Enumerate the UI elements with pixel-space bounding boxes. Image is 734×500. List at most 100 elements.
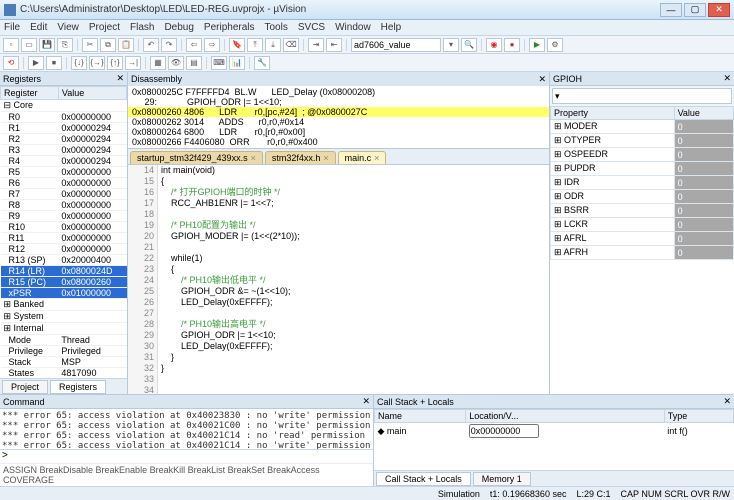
menu-flash[interactable]: Flash	[130, 22, 154, 33]
menu-window[interactable]: Window	[335, 22, 371, 33]
register-row[interactable]: R13 (SP)0x20000400	[1, 255, 127, 266]
prop-row[interactable]: ⊞ OTYPER0	[551, 134, 734, 148]
close-button[interactable]: ✕	[708, 3, 730, 17]
gpioh-properties[interactable]: PropertyValue ⊞ MODER0⊞ OTYPER0⊞ OSPEEDR…	[550, 106, 734, 394]
watch-icon[interactable]: 👁	[168, 56, 184, 70]
command-output[interactable]: *** error 65: access violation at 0x4002…	[0, 409, 373, 449]
register-row[interactable]: R10x00000294	[1, 123, 127, 134]
outdent-icon[interactable]: ⇤	[326, 38, 342, 52]
disasm-body[interactable]: 0x0800025C F7FFFFD4 BL.W LED_Delay (0x08…	[128, 86, 549, 148]
registers-table[interactable]: RegisterValue ⊟ CoreR00x00000000R10x0000…	[0, 86, 127, 378]
menu-file[interactable]: File	[4, 22, 20, 33]
register-row[interactable]: R120x00000000	[1, 244, 127, 255]
run-to-cursor-icon[interactable]: →|	[125, 56, 141, 70]
step-over-icon[interactable]: {→}	[89, 56, 105, 70]
callstack-close-icon[interactable]: ✕	[723, 396, 731, 407]
find-dropdown-icon[interactable]: ▾	[443, 38, 459, 52]
build-icon[interactable]: ▶	[529, 38, 545, 52]
code-editor[interactable]: 1415161718192021222324252627282930313233…	[128, 165, 549, 394]
bookmark-icon[interactable]: 🔖	[229, 38, 245, 52]
menu-view[interactable]: View	[57, 22, 79, 33]
prop-row[interactable]: ⊞ AFRL0	[551, 232, 734, 246]
register-row[interactable]: R40x00000294	[1, 156, 127, 167]
menu-help[interactable]: Help	[381, 22, 402, 33]
register-row[interactable]: R60x00000000	[1, 178, 127, 189]
editor-tabs: startup_stm32f429_439xx.s×stm32f4xx.h×ma…	[128, 149, 549, 165]
register-row[interactable]: R100x00000000	[1, 222, 127, 233]
tab-callstack[interactable]: Call Stack + Locals	[376, 472, 471, 486]
prop-row[interactable]: ⊞ ODR0	[551, 190, 734, 204]
cut-icon[interactable]: ✂	[82, 38, 98, 52]
register-row[interactable]: R110x00000000	[1, 233, 127, 244]
prop-row[interactable]: ⊞ LCKR0	[551, 218, 734, 232]
indent-icon[interactable]: ⇥	[308, 38, 324, 52]
tab-registers[interactable]: Registers	[50, 380, 106, 394]
disasm-close-icon[interactable]: ✕	[538, 74, 546, 85]
maximize-button[interactable]: ▢	[684, 3, 706, 17]
prop-row[interactable]: ⊞ IDR0	[551, 176, 734, 190]
prop-row[interactable]: ⊞ MODER0	[551, 120, 734, 134]
menu-project[interactable]: Project	[89, 22, 120, 33]
reset-icon[interactable]: ⟲	[3, 56, 19, 70]
register-row[interactable]: R80x00000000	[1, 200, 127, 211]
callstack-table[interactable]: Name Location/V... Type ◆ mainint f()	[374, 409, 734, 470]
nav-fwd-icon[interactable]: ⇨	[204, 38, 220, 52]
redo-icon[interactable]: ↷	[161, 38, 177, 52]
config-icon[interactable]: ⚙	[547, 38, 563, 52]
stop-icon[interactable]: ⏹	[46, 56, 62, 70]
menu-peripherals[interactable]: Peripherals	[204, 22, 255, 33]
bookmark-next-icon[interactable]: ⤓	[265, 38, 281, 52]
register-row[interactable]: xPSR0x01000000	[1, 288, 127, 299]
analyzer-icon[interactable]: 📊	[229, 56, 245, 70]
tab-memory[interactable]: Memory 1	[473, 472, 531, 486]
open-file-icon[interactable]: ▭	[21, 38, 37, 52]
breakpoint-icon[interactable]: ●	[504, 38, 520, 52]
editor-tab[interactable]: stm32f4xx.h×	[265, 151, 336, 164]
editor-tab[interactable]: startup_stm32f429_439xx.s×	[130, 151, 263, 164]
copy-icon[interactable]: ⧉	[100, 38, 116, 52]
show-disasm-icon[interactable]: ▦	[150, 56, 166, 70]
menu-tools[interactable]: Tools	[265, 22, 288, 33]
find-input[interactable]	[351, 38, 441, 52]
register-row[interactable]: R90x00000000	[1, 211, 127, 222]
prop-row[interactable]: ⊞ AFRH0	[551, 246, 734, 260]
run-icon[interactable]: ▶	[28, 56, 44, 70]
registers-close-icon[interactable]: ✕	[116, 73, 124, 84]
step-out-icon[interactable]: {↑}	[107, 56, 123, 70]
prop-row[interactable]: ⊞ PUPDR0	[551, 162, 734, 176]
save-all-icon[interactable]: ⎘	[57, 38, 73, 52]
gpioh-selector[interactable]: ▾	[552, 88, 732, 104]
undo-icon[interactable]: ↶	[143, 38, 159, 52]
find-icon[interactable]: 🔍	[461, 38, 477, 52]
prop-row[interactable]: ⊞ OSPEEDR0	[551, 148, 734, 162]
menu-svcs[interactable]: SVCS	[298, 22, 325, 33]
register-row[interactable]: R15 (PC)0x08000260	[1, 277, 127, 288]
step-in-icon[interactable]: {↓}	[71, 56, 87, 70]
prop-row[interactable]: ⊞ BSRR0	[551, 204, 734, 218]
serial-icon[interactable]: ⌨	[211, 56, 227, 70]
paste-icon[interactable]: 📋	[118, 38, 134, 52]
register-row[interactable]: R30x00000294	[1, 145, 127, 156]
new-file-icon[interactable]: ▫	[3, 38, 19, 52]
register-row[interactable]: R50x00000000	[1, 167, 127, 178]
command-close-icon[interactable]: ✕	[362, 396, 370, 407]
register-row[interactable]: R20x00000294	[1, 134, 127, 145]
toolbox-icon[interactable]: 🔧	[254, 56, 270, 70]
save-icon[interactable]: 💾	[39, 38, 55, 52]
tab-project[interactable]: Project	[2, 380, 48, 394]
register-row[interactable]: R70x00000000	[1, 189, 127, 200]
nav-back-icon[interactable]: ⇦	[186, 38, 202, 52]
menu-edit[interactable]: Edit	[30, 22, 47, 33]
register-row[interactable]: R00x00000000	[1, 112, 127, 123]
register-row[interactable]: R14 (LR)0x0800024D	[1, 266, 127, 277]
debug-icon[interactable]: ◉	[486, 38, 502, 52]
minimize-button[interactable]: —	[660, 3, 682, 17]
status-t1: t1: 0.19668360 sec	[490, 489, 567, 499]
bookmark-clear-icon[interactable]: ⌫	[283, 38, 299, 52]
memory-icon[interactable]: ▤	[186, 56, 202, 70]
menu-debug[interactable]: Debug	[164, 22, 193, 33]
gpioh-close-icon[interactable]: ✕	[723, 73, 731, 84]
command-input[interactable]	[10, 450, 373, 463]
bookmark-prev-icon[interactable]: ⤒	[247, 38, 263, 52]
editor-tab[interactable]: main.c×	[338, 151, 387, 164]
